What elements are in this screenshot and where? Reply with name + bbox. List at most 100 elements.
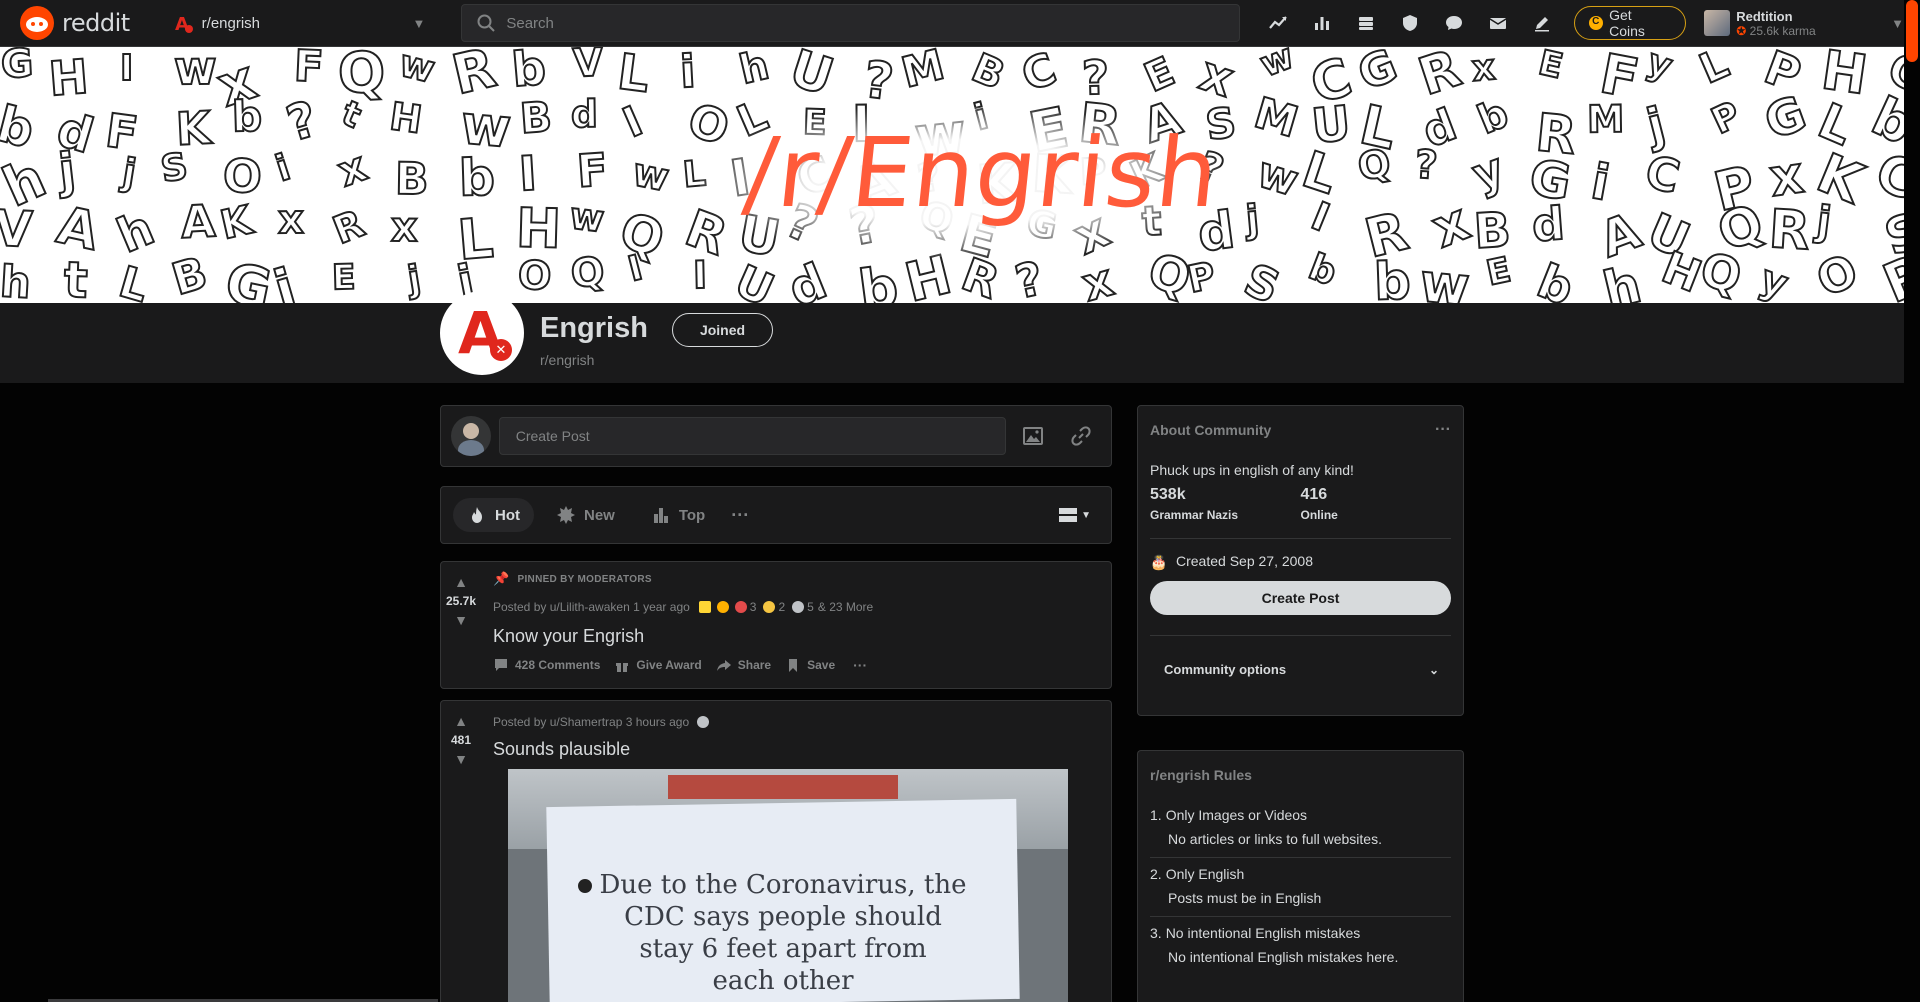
sidebar-create-post-button[interactable]: Create Post xyxy=(1150,581,1451,615)
community-options-toggle[interactable]: Community options ⌄ xyxy=(1138,644,1463,677)
award-count: 5 xyxy=(807,600,814,614)
share-label: Share xyxy=(737,658,772,672)
popular-icon[interactable] xyxy=(1262,7,1294,39)
award-icon xyxy=(763,601,776,613)
downvote-icon[interactable]: ▼ xyxy=(454,612,468,628)
mail-icon[interactable] xyxy=(1482,7,1514,39)
rule-description: No articles or links to full websites. xyxy=(1168,831,1382,847)
pencil-icon[interactable] xyxy=(1526,7,1558,39)
sort-hot-tab[interactable]: Hot xyxy=(453,498,534,532)
get-coins-button[interactable]: Get Coins xyxy=(1574,6,1687,40)
karma-text: 25.6k karma xyxy=(1749,23,1816,38)
card-view-icon xyxy=(1059,508,1078,522)
reddit-snoo-icon xyxy=(20,6,54,40)
save-label: Save xyxy=(807,658,836,672)
create-post-input[interactable] xyxy=(498,417,1006,455)
scrollbar-thumb[interactable] xyxy=(1906,0,1918,62)
user-avatar[interactable] xyxy=(451,416,491,456)
joined-button[interactable]: Joined xyxy=(672,313,773,347)
user-menu[interactable]: Redtition ✪ 25.6k karma ▼ xyxy=(1704,9,1904,38)
chevron-down-icon: ⌄ xyxy=(1428,662,1439,677)
user-name: Redtition xyxy=(1736,8,1793,24)
share-icon xyxy=(716,660,731,671)
karma-icon: ✪ xyxy=(1736,23,1747,38)
community-banner: G H Iw x F Qw Rb V Li h U? M B C? Ex w C G Rx E Fy L P H Gb d F Kb?… xyxy=(0,47,1904,303)
reddit-logo[interactable]: reddit xyxy=(20,6,130,40)
reddit-page: reddit A r/engrish ▼ Get Coins xyxy=(0,0,1920,1002)
search-input[interactable] xyxy=(506,14,1107,32)
post-image-text: Due to the Coronavirus, the CDC says peo… xyxy=(599,870,967,996)
coins-stack-icon[interactable] xyxy=(1350,7,1382,39)
rule-number: 2. xyxy=(1150,866,1162,882)
upvote-icon[interactable]: ▲ xyxy=(454,713,468,729)
post-actions: 428 Comments Give Award Share Save ··· xyxy=(493,657,1103,673)
awards[interactable]: 3 2 5 & 23 More xyxy=(696,600,873,614)
member-count: 538k xyxy=(1150,486,1186,503)
created-date: 🎂 Created Sep 27, 2008 xyxy=(1138,547,1463,575)
downvote-icon[interactable]: ▼ xyxy=(454,751,468,767)
sort-new-label: New xyxy=(584,506,615,524)
search-bar[interactable] xyxy=(461,4,1241,42)
vote-column: ▲ 25.7k ▼ xyxy=(441,562,481,688)
chat-icon[interactable] xyxy=(1438,7,1470,39)
burst-icon xyxy=(557,506,575,524)
give-award-button[interactable]: Give Award xyxy=(614,657,702,673)
top-chart-icon xyxy=(653,508,668,523)
more-options-icon[interactable]: ··· xyxy=(731,505,749,526)
rule-item[interactable]: 3. No intentional English mistakes No int… xyxy=(1150,917,1451,975)
share-button[interactable]: Share xyxy=(716,657,771,673)
more-options-icon[interactable]: ··· xyxy=(853,657,867,673)
comments-label: 428 Comments xyxy=(515,658,601,672)
shield-icon[interactable] xyxy=(1394,7,1426,39)
posted-by[interactable]: Posted by u/Lilith-awaken 1 year ago xyxy=(493,600,690,614)
community-title: Engrish xyxy=(540,312,648,344)
about-community-card: About Community ··· Phuck ups in english… xyxy=(1137,405,1464,716)
link-icon[interactable] xyxy=(1061,416,1101,456)
vertical-scrollbar[interactable] xyxy=(1904,0,1920,1002)
chevron-down-icon: ▼ xyxy=(412,15,426,31)
chevron-down-icon: ▼ xyxy=(1891,15,1904,31)
rule-number: 1. xyxy=(1150,807,1162,823)
community-description: Phuck ups in english of any kind! xyxy=(1150,462,1354,478)
posted-by[interactable]: Posted by u/Shamertrap 3 hours ago xyxy=(493,715,689,729)
view-mode-toggle[interactable]: ▼ xyxy=(1059,508,1091,522)
pinned-label: 📌 PINNED BY MODERATORS xyxy=(493,570,1103,588)
search-icon xyxy=(477,14,496,32)
sort-new-tab[interactable]: New xyxy=(542,498,629,532)
top-navigation-bar: reddit A r/engrish ▼ Get Coins xyxy=(0,0,1904,47)
cake-icon: 🎂 xyxy=(1150,554,1168,570)
pin-icon: 📌 xyxy=(493,571,510,586)
user-karma: ✪ 25.6k karma xyxy=(1736,24,1891,38)
rule-item[interactable]: 1. Only Images or Videos No articles or l… xyxy=(1150,799,1451,858)
close-mark-icon: ✕ xyxy=(490,339,512,361)
banner-title: /r/Engrish xyxy=(739,117,1225,229)
online-label: Online xyxy=(1300,508,1338,522)
coin-icon xyxy=(1589,16,1604,30)
post-title[interactable]: Sounds plausible xyxy=(493,739,1103,760)
post-card[interactable]: ▲ 25.7k ▼ 📌 PINNED BY MODERATORS Posted b… xyxy=(440,561,1112,689)
post-image[interactable]: Due to the Coronavirus, the CDC says peo… xyxy=(508,769,1068,1002)
rule-item[interactable]: 2. Only English Posts must be in English xyxy=(1150,858,1451,917)
award-icon xyxy=(792,601,805,613)
post-card[interactable]: ▲ 481 ▼ Posted by u/Shamertrap 3 hours a… xyxy=(440,700,1112,1002)
get-coins-label: Get Coins xyxy=(1609,7,1645,39)
community-header xyxy=(0,303,1904,383)
about-heading: About Community ··· xyxy=(1138,406,1463,454)
post-meta: Posted by u/Lilith-awaken 1 year ago 3 2… xyxy=(493,600,1103,614)
stats-icon[interactable] xyxy=(1306,7,1338,39)
chevron-down-icon: ▼ xyxy=(1081,509,1091,521)
give-award-label: Give Award xyxy=(636,658,702,672)
award-count: 2 xyxy=(778,600,786,614)
vote-column: ▲ 481 ▼ xyxy=(441,701,481,1002)
save-button[interactable]: Save xyxy=(785,657,835,673)
more-options-icon[interactable]: ··· xyxy=(1435,421,1451,439)
sort-top-tab[interactable]: Top xyxy=(637,498,719,532)
upvote-icon[interactable]: ▲ xyxy=(454,574,468,590)
comments-button[interactable]: 428 Comments xyxy=(493,657,600,673)
community-dropdown[interactable]: A r/engrish ▼ xyxy=(164,5,434,41)
post-title[interactable]: Know your Engrish xyxy=(493,626,1103,647)
vote-count: 25.7k xyxy=(445,594,477,608)
gift-icon xyxy=(616,661,629,672)
community-options-label: Community options xyxy=(1164,662,1287,677)
image-upload-icon[interactable] xyxy=(1014,416,1054,456)
